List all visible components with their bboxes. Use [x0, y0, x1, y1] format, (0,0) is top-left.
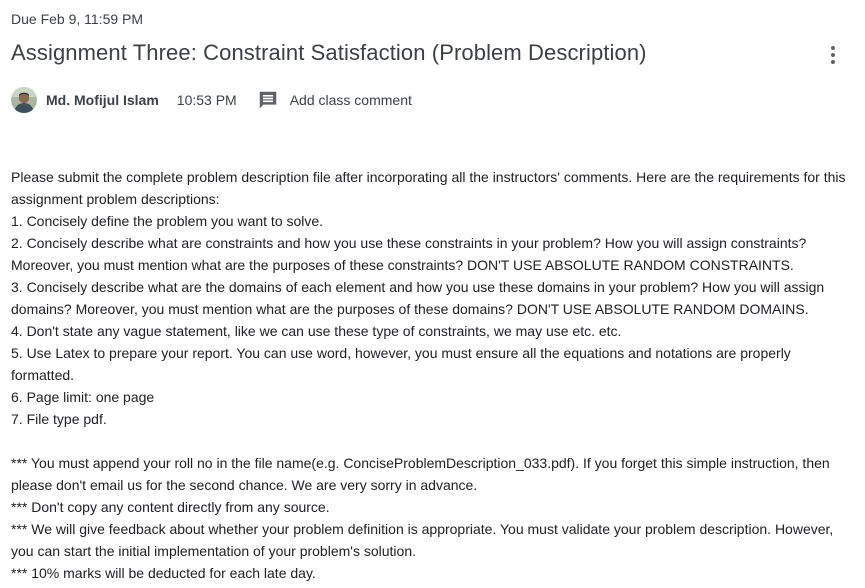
comment-icon	[257, 89, 279, 111]
requirement-item: 7. File type pdf.	[11, 411, 107, 427]
assignment-description: Please submit the complete problem descr…	[11, 166, 856, 584]
requirement-item: 2. Concisely describe what are constrain…	[11, 235, 807, 273]
add-class-comment-button[interactable]: Add class comment	[257, 89, 412, 111]
due-date: Due Feb 9, 11:59 PM	[11, 11, 144, 27]
requirement-item: 3. Concisely describe what are the domai…	[11, 279, 825, 317]
note-item: *** We will give feedback about whether …	[11, 521, 834, 559]
post-time: 10:53 PM	[176, 92, 237, 108]
more-vert-icon	[831, 46, 835, 50]
more-vert-dot	[831, 60, 835, 64]
note-item: *** You must append your roll no in the …	[11, 455, 830, 493]
requirement-item: 1. Concisely define the problem you want…	[11, 213, 324, 229]
more-vert-dot	[831, 53, 835, 57]
note-item: *** 10% marks will be deducted for each …	[11, 565, 316, 581]
page-title: Assignment Three: Constraint Satisfactio…	[11, 40, 647, 65]
more-options-button[interactable]	[818, 40, 848, 70]
requirement-item: 6. Page limit: one page	[11, 389, 155, 405]
post-meta: Md. Mofijul Islam 10:53 PM Add class com…	[11, 86, 412, 114]
avatar[interactable]	[11, 87, 37, 113]
add-class-comment-label: Add class comment	[289, 92, 412, 108]
requirement-item: 5. Use Latex to prepare your report. You…	[11, 345, 791, 383]
requirement-item: 4. Don't state any vague statement, like…	[11, 323, 622, 339]
description-intro: Please submit the complete problem descr…	[11, 169, 846, 207]
note-item: *** Don't copy any content directly from…	[11, 499, 330, 515]
author-name: Md. Mofijul Islam	[46, 92, 159, 108]
